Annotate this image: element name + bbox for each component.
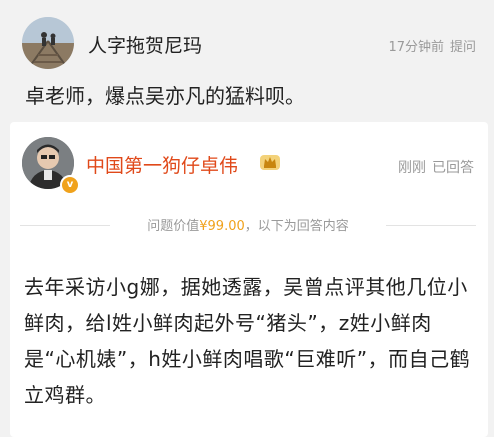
- price-divider: 问题价值¥99.00，以下为回答内容: [20, 215, 476, 235]
- questioner-name[interactable]: 人字拖贺尼玛: [88, 31, 202, 58]
- railway-photo-icon: [22, 17, 74, 69]
- questioner-avatar[interactable]: [22, 17, 74, 69]
- price-prefix: 问题价值: [147, 219, 200, 234]
- answer-time: 刚刚: [398, 160, 426, 176]
- answer-card: v 中国第一狗仔卓伟 刚刚 已回答 问题价值¥99.00，以下为回答内容 去年采访…: [10, 122, 488, 437]
- question-meta: 17分钟前 提问: [382, 36, 476, 55]
- question-type: 提问: [449, 40, 476, 55]
- answer-status: 已回答: [432, 160, 474, 176]
- question-price: ¥99.00: [199, 219, 245, 234]
- question-card: 人字拖贺尼玛 17分钟前 提问 卓老师，爆点吴亦凡的猛料呗。: [0, 0, 494, 118]
- answer-meta: 刚刚 已回答: [392, 157, 474, 177]
- verified-badge-icon: v: [60, 175, 80, 195]
- screenshot-page: 人字拖贺尼玛 17分钟前 提问 卓老师，爆点吴亦凡的猛料呗。 v 中国第一狗仔卓伟: [0, 0, 494, 437]
- divider-line-right: [386, 225, 476, 226]
- question-text: 卓老师，爆点吴亦凡的猛料呗。: [25, 84, 305, 108]
- price-suffix: ，以下为回答内容: [244, 219, 349, 234]
- question-time: 17分钟前: [388, 40, 444, 55]
- crown-icon: [260, 155, 280, 170]
- divider-line-left: [20, 225, 110, 226]
- price-divider-text: 问题价值¥99.00，以下为回答内容: [147, 219, 349, 234]
- answerer-name[interactable]: 中国第一狗仔卓伟: [86, 151, 238, 178]
- answer-body: 去年采访小g娜，据她透露，吴曾点评其他几位小鲜肉，给l姓小鲜肉起外号“猪头”，z…: [24, 275, 471, 407]
